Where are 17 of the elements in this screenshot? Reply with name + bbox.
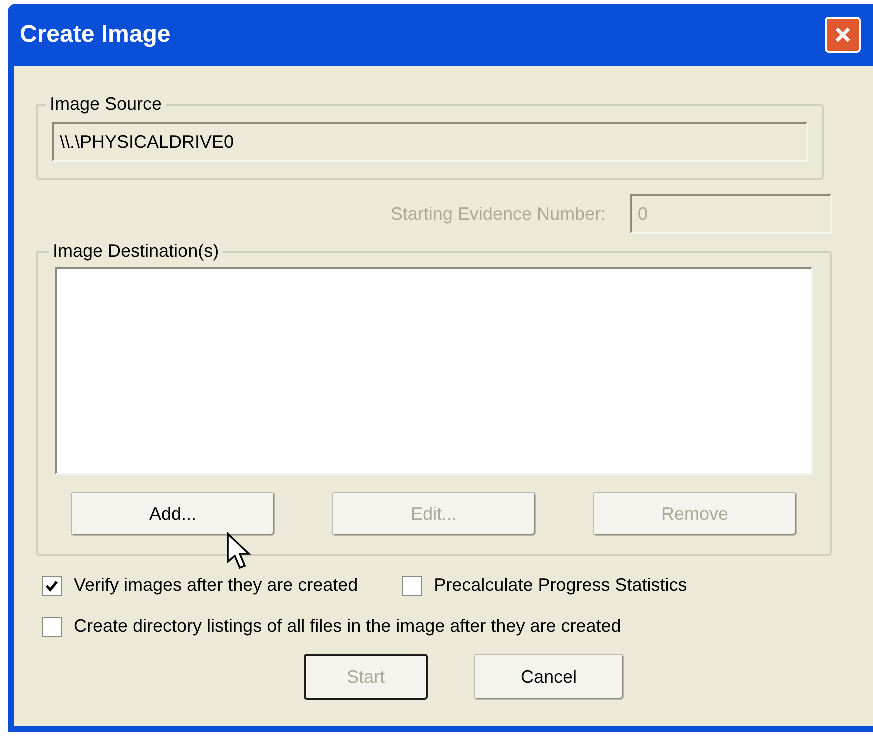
checkbox-label: Precalculate Progress Statistics [434,574,688,597]
checkmark-icon [45,578,59,592]
list-action-button[interactable]: Add... [71,492,275,536]
checkbox[interactable] [402,576,422,596]
checkbox-label: Create directory listings of all files in the image after they are created [74,615,622,638]
dialog-button[interactable]: Cancel [474,654,624,700]
mouse-cursor-icon [226,532,252,572]
image-source-field[interactable]: \\.\PHYSICALDRIVE0 [52,122,808,162]
window-title: Create Image [20,20,171,50]
group-label: Image Destination(s) [52,240,220,263]
checkbox-label: Verify images after they are created [74,574,358,597]
checkbox[interactable] [42,616,62,636]
close-button[interactable] [825,17,861,53]
evidence-number-label: Starting Evidence Number: [390,202,606,226]
checkbox[interactable] [42,576,62,596]
close-icon [834,26,852,44]
group-label: Image Source [49,93,164,116]
